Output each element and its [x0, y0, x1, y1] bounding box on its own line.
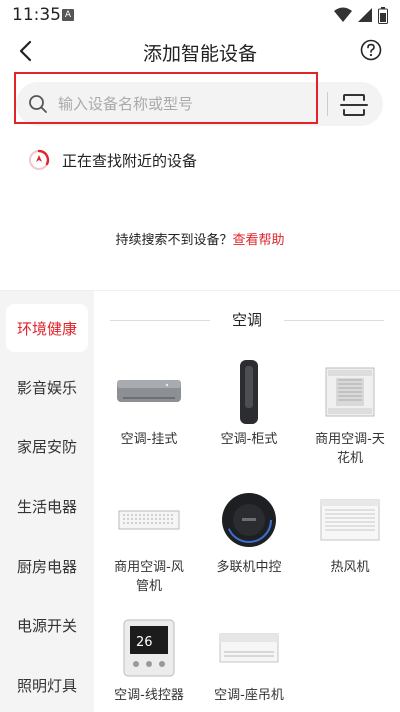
duct-ac-icon — [118, 510, 180, 530]
category-item-kitchen[interactable]: 厨房电器 — [0, 542, 94, 590]
status-bar: 11:35 A — [0, 0, 400, 30]
device-item[interactable]: 热风机 — [302, 486, 398, 577]
page-title: 添加智能设备 — [142, 43, 257, 65]
device-item[interactable]: 多联机中控 — [201, 486, 297, 577]
device-item[interactable]: 空调-座吊机 — [201, 614, 297, 705]
scan-status-text: 正在查找附近的设备 — [62, 151, 198, 170]
category-item-home-security[interactable]: 家居安防 — [0, 422, 94, 470]
search-highlight-box — [14, 72, 318, 124]
cell-signal-icon — [358, 8, 372, 22]
device-label: 商用空调-风 — [114, 560, 184, 575]
section-line-right — [284, 320, 384, 321]
category-sidebar: 环境健康 影音娱乐 家居安防 生活电器 厨房电器 电源开关 照明灯具 — [0, 291, 94, 712]
ceiling-cassette-ac-icon — [325, 367, 375, 417]
status-icons — [334, 6, 388, 24]
battery-icon — [378, 6, 388, 24]
category-item-environment[interactable]: 环境健康 — [6, 304, 88, 352]
device-label: 空调-挂式 — [120, 432, 178, 447]
ceiling-floor-ac-icon — [219, 633, 279, 663]
help-icon[interactable] — [360, 39, 382, 61]
help-prefix: 持续搜索不到设备？ — [115, 233, 233, 248]
device-label-line2: 管机 — [135, 579, 162, 594]
device-label: 空调-座吊机 — [214, 688, 284, 703]
floor-ac-icon — [240, 360, 258, 424]
device-label: 空调-线控器 — [114, 688, 184, 703]
device-item[interactable]: 空调-柜式 — [201, 358, 297, 449]
heater-icon — [320, 499, 380, 541]
scan-icon[interactable] — [340, 91, 368, 119]
device-item[interactable]: 空调-挂式 — [101, 358, 197, 449]
device-item[interactable]: 商用空调-天 花机 — [302, 358, 398, 468]
search-divider — [327, 92, 328, 116]
category-item-lighting[interactable]: 照明灯具 — [0, 661, 94, 709]
device-label-line2: 花机 — [336, 451, 363, 466]
help-line: 持续搜索不到设备？查看帮助 — [0, 229, 400, 248]
device-label: 空调-柜式 — [220, 432, 278, 447]
header: 添加智能设备 — [0, 30, 400, 72]
device-item[interactable]: 26 空调-线控器 — [101, 614, 197, 705]
wired-controller-icon: 26 — [123, 619, 175, 677]
nearby-scan-status: 正在查找附近的设备 — [28, 148, 197, 172]
status-time: 11:35 — [12, 5, 61, 25]
wifi-icon — [334, 7, 352, 22]
central-controller-icon — [222, 493, 276, 547]
section-header: 空调 — [110, 308, 384, 332]
svg-text:26: 26 — [136, 635, 153, 650]
help-link[interactable]: 查看帮助 — [233, 233, 285, 248]
category-item-power-switch[interactable]: 电源开关 — [0, 601, 94, 649]
category-item-audio-video[interactable]: 影音娱乐 — [0, 363, 94, 411]
device-item[interactable]: 商用空调-风 管机 — [101, 486, 197, 596]
device-label: 热风机 — [330, 560, 370, 575]
wall-ac-icon — [117, 380, 181, 402]
scanning-radar-icon — [29, 149, 50, 170]
device-label: 多联机中控 — [216, 560, 282, 575]
device-label: 商用空调-天 — [315, 432, 385, 447]
notification-icon: A — [62, 9, 74, 21]
category-item-appliances[interactable]: 生活电器 — [0, 482, 94, 530]
